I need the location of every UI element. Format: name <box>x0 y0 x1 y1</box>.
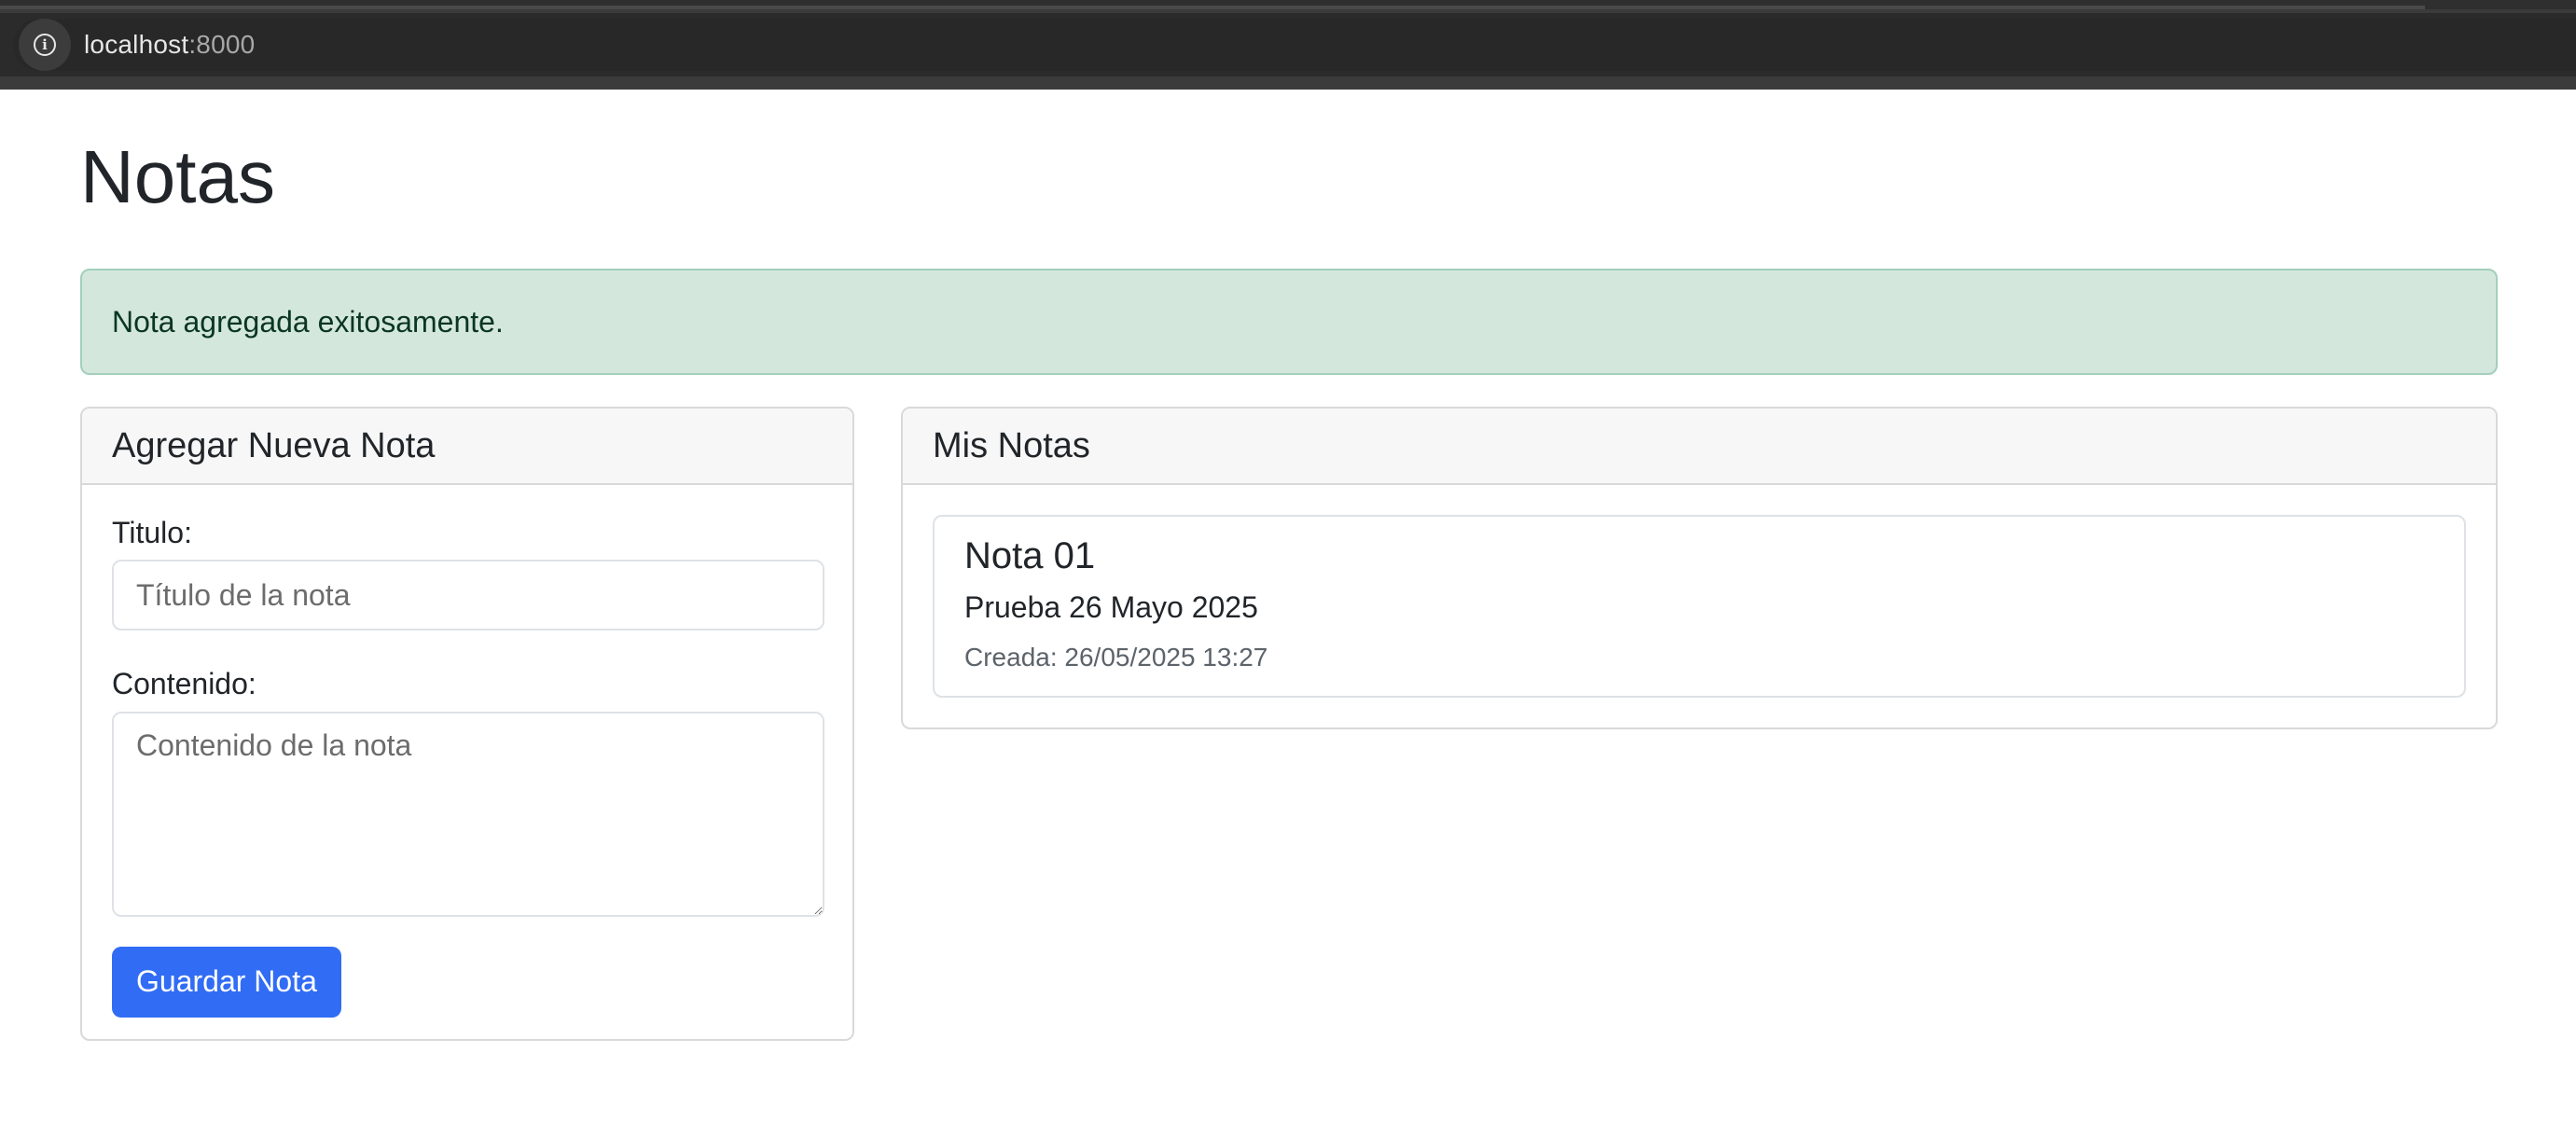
page-container: Notas Nota agregada exitosamente. Agrega… <box>80 90 2498 1041</box>
my-notes-card-title: Mis Notas <box>933 425 1090 465</box>
note-item: Nota 01 Prueba 26 Mayo 2025 Creada: 26/0… <box>933 515 2466 698</box>
tab-strip <box>0 0 2576 9</box>
content-label: Contenido: <box>112 667 256 701</box>
note-title: Nota 01 <box>964 535 1096 576</box>
add-note-card-title: Agregar Nueva Nota <box>112 425 436 465</box>
title-label: Titulo: <box>112 516 192 549</box>
my-notes-card: Mis Notas Nota 01 Prueba 26 Mayo 2025 Cr… <box>901 407 2498 729</box>
add-note-card-header: Agregar Nueva Nota <box>82 409 852 485</box>
success-alert: Nota agregada exitosamente. <box>80 269 2498 375</box>
address-bar[interactable]: i localhost:8000 <box>13 19 2576 71</box>
browser-toolbar: i localhost:8000 <box>0 0 2576 90</box>
notes-list: Nota 01 Prueba 26 Mayo 2025 Creada: 26/0… <box>903 485 2496 727</box>
tab-strip-line <box>0 6 2425 9</box>
url-port: :8000 <box>188 30 256 59</box>
my-notes-card-header: Mis Notas <box>903 409 2496 485</box>
note-created-date: Creada: 26/05/2025 13:27 <box>964 643 1268 672</box>
title-input[interactable] <box>112 560 824 631</box>
add-note-card: Agregar Nueva Nota Titulo: Contenido: Gu… <box>80 407 854 1041</box>
site-info-button[interactable]: i <box>19 19 71 71</box>
page-title: Notas <box>80 135 275 218</box>
url-host: localhost <box>84 30 189 59</box>
note-content: Prueba 26 Mayo 2025 <box>964 590 1258 624</box>
save-note-button[interactable]: Guardar Nota <box>112 946 341 1018</box>
content-textarea[interactable] <box>112 711 824 917</box>
url-text[interactable]: localhost:8000 <box>84 30 255 60</box>
info-icon: i <box>34 34 56 56</box>
alert-message: Nota agregada exitosamente. <box>112 304 504 339</box>
add-note-form: Titulo: Contenido: Guardar Nota <box>82 485 852 1018</box>
